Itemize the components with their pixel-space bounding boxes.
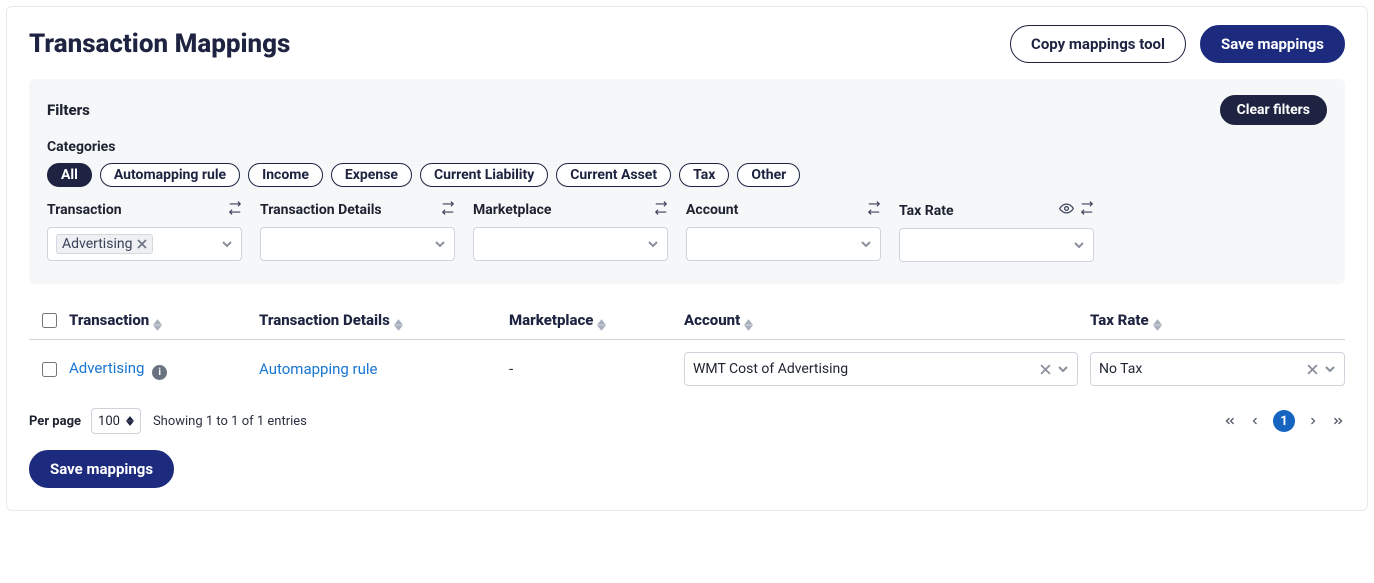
row-transaction-link[interactable]: Advertising xyxy=(69,359,144,377)
chevron-down-icon xyxy=(434,235,446,254)
swap-icon[interactable] xyxy=(654,201,668,219)
swap-icon[interactable] xyxy=(867,201,881,219)
sort-icon[interactable] xyxy=(597,319,606,331)
swap-icon[interactable] xyxy=(1080,201,1094,220)
prev-page-icon[interactable] xyxy=(1249,415,1261,427)
page-title: Transaction Mappings xyxy=(29,29,290,59)
pagination: 1 xyxy=(1223,410,1345,432)
th-account[interactable]: Account xyxy=(684,311,740,329)
last-page-icon[interactable] xyxy=(1331,414,1345,428)
clear-icon[interactable] xyxy=(1307,364,1318,375)
filter-account-label: Account xyxy=(686,202,738,218)
row-transaction-details-link[interactable]: Automapping rule xyxy=(259,360,377,378)
next-page-icon[interactable] xyxy=(1307,415,1319,427)
clear-filters-button[interactable]: Clear filters xyxy=(1220,95,1327,125)
swap-icon[interactable] xyxy=(441,201,455,219)
filter-transaction-label: Transaction xyxy=(47,202,122,218)
chip-tax[interactable]: Tax xyxy=(679,163,729,187)
chevron-down-icon[interactable] xyxy=(1324,363,1336,375)
filter-transaction-details-select[interactable] xyxy=(260,227,455,261)
chip-automapping-rule[interactable]: Automapping rule xyxy=(100,163,240,187)
row-marketplace: - xyxy=(509,360,513,378)
row-account-value: WMT Cost of Advertising xyxy=(693,361,848,377)
chevron-down-icon[interactable] xyxy=(1057,363,1069,375)
sort-icon[interactable] xyxy=(153,319,162,331)
table-row: Advertising i Automapping rule - WMT Cos… xyxy=(29,340,1345,398)
sort-icon[interactable] xyxy=(744,319,753,331)
chip-expense[interactable]: Expense xyxy=(331,163,412,187)
chevron-down-icon xyxy=(860,235,872,254)
th-transaction[interactable]: Transaction xyxy=(69,311,149,329)
th-transaction-details[interactable]: Transaction Details xyxy=(259,311,390,329)
filter-tax-rate-select[interactable] xyxy=(899,228,1094,262)
chevron-down-icon xyxy=(647,235,659,254)
chip-income[interactable]: Income xyxy=(248,163,323,187)
save-mappings-button-bottom[interactable]: Save mappings xyxy=(29,450,174,488)
current-page[interactable]: 1 xyxy=(1273,410,1295,432)
sort-icon[interactable] xyxy=(394,319,403,331)
row-tax-rate-select[interactable]: No Tax xyxy=(1090,352,1345,386)
filter-marketplace-label: Marketplace xyxy=(473,202,551,218)
remove-tag-icon[interactable] xyxy=(137,239,147,249)
chip-current-liability[interactable]: Current Liability xyxy=(420,163,548,187)
filter-account-select[interactable] xyxy=(686,227,881,261)
th-tax-rate[interactable]: Tax Rate xyxy=(1090,311,1149,329)
copy-mappings-button[interactable]: Copy mappings tool xyxy=(1010,25,1186,63)
info-icon[interactable]: i xyxy=(152,365,167,380)
sort-icon[interactable] xyxy=(1153,319,1162,331)
filter-transaction-select[interactable]: Advertising xyxy=(47,227,242,261)
row-account-select[interactable]: WMT Cost of Advertising xyxy=(684,352,1078,386)
chevron-down-icon xyxy=(1073,236,1085,255)
per-page-label: Per page xyxy=(29,414,81,429)
select-all-checkbox[interactable] xyxy=(42,313,57,328)
chip-current-asset[interactable]: Current Asset xyxy=(556,163,671,187)
sort-icon xyxy=(126,416,134,426)
clear-icon[interactable] xyxy=(1040,364,1051,375)
first-page-icon[interactable] xyxy=(1223,414,1237,428)
filter-marketplace-select[interactable] xyxy=(473,227,668,261)
chevron-down-icon xyxy=(221,235,233,254)
eye-icon[interactable] xyxy=(1059,201,1074,220)
filters-panel: Filters Clear filters Categories All Aut… xyxy=(29,79,1345,284)
chip-other[interactable]: Other xyxy=(737,163,800,187)
filter-tax-rate-label: Tax Rate xyxy=(899,203,954,219)
swap-icon[interactable] xyxy=(228,201,242,219)
entries-count: Showing 1 to 1 of 1 entries xyxy=(153,414,307,429)
row-tax-value: No Tax xyxy=(1099,361,1142,377)
filters-label: Filters xyxy=(47,101,90,119)
chip-all[interactable]: All xyxy=(47,163,92,187)
save-mappings-button[interactable]: Save mappings xyxy=(1200,25,1345,63)
row-checkbox[interactable] xyxy=(42,362,57,377)
categories-label: Categories xyxy=(47,139,1327,155)
filter-transaction-details-label: Transaction Details xyxy=(260,202,382,218)
per-page-select[interactable]: 100 xyxy=(91,408,141,434)
filter-tag-advertising: Advertising xyxy=(56,234,153,254)
th-marketplace[interactable]: Marketplace xyxy=(509,311,593,329)
category-chips: All Automapping rule Income Expense Curr… xyxy=(47,163,1327,187)
